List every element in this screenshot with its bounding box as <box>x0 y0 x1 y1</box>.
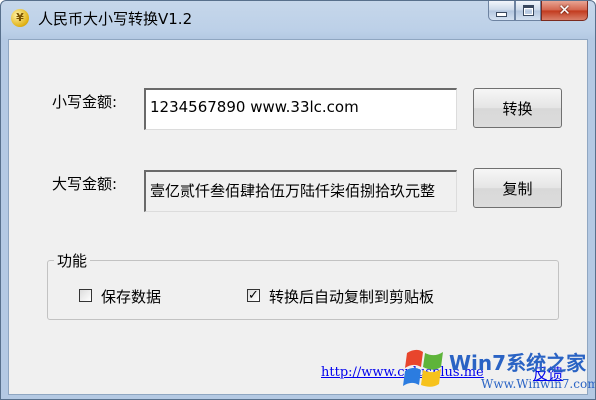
auto-copy-label[interactable]: 转换后自动复制到剪贴板 <box>269 286 434 307</box>
save-data-checkbox[interactable] <box>79 289 92 302</box>
app-window: ¥ 人民币大小写转换V1.2 ✕ 小写金额: 1234567890 www.33… <box>0 0 596 400</box>
close-icon: ✕ <box>558 1 571 19</box>
convert-button[interactable]: 转换 <box>473 88 562 128</box>
title-bar[interactable]: ¥ 人民币大小写转换V1.2 ✕ <box>1 1 595 37</box>
yuan-coin-icon: ¥ <box>11 9 29 27</box>
maximize-button[interactable] <box>515 1 541 21</box>
maximize-icon <box>522 5 534 16</box>
functions-group-title: 功能 <box>54 250 91 271</box>
minimize-icon <box>496 12 507 17</box>
save-data-label[interactable]: 保存数据 <box>101 286 161 307</box>
upper-amount-output[interactable]: 壹亿贰仟叁佰肆拾伍万陆仟柒佰捌拾玖元整 <box>144 170 457 212</box>
window-title: 人民币大小写转换V1.2 <box>38 10 193 28</box>
functions-group: 功能 保存数据 ✓ 转换后自动复制到剪贴板 <box>47 250 559 320</box>
client-area: 小写金额: 1234567890 www.33lc.com 转换 大写金额: 壹… <box>8 39 588 395</box>
feedback-link[interactable]: 反馈 <box>533 363 563 384</box>
upper-amount-label: 大写金额: <box>52 175 118 193</box>
homepage-link[interactable]: http://www.cplusplus.me <box>321 365 484 380</box>
check-mark-icon: ✓ <box>248 288 259 303</box>
close-button[interactable]: ✕ <box>541 1 588 21</box>
lower-amount-input[interactable]: 1234567890 www.33lc.com <box>144 88 457 130</box>
copy-button[interactable]: 复制 <box>473 168 562 208</box>
minimize-button[interactable] <box>488 1 515 21</box>
lower-amount-label: 小写金额: <box>52 93 118 111</box>
auto-copy-checkbox[interactable]: ✓ <box>247 289 260 302</box>
